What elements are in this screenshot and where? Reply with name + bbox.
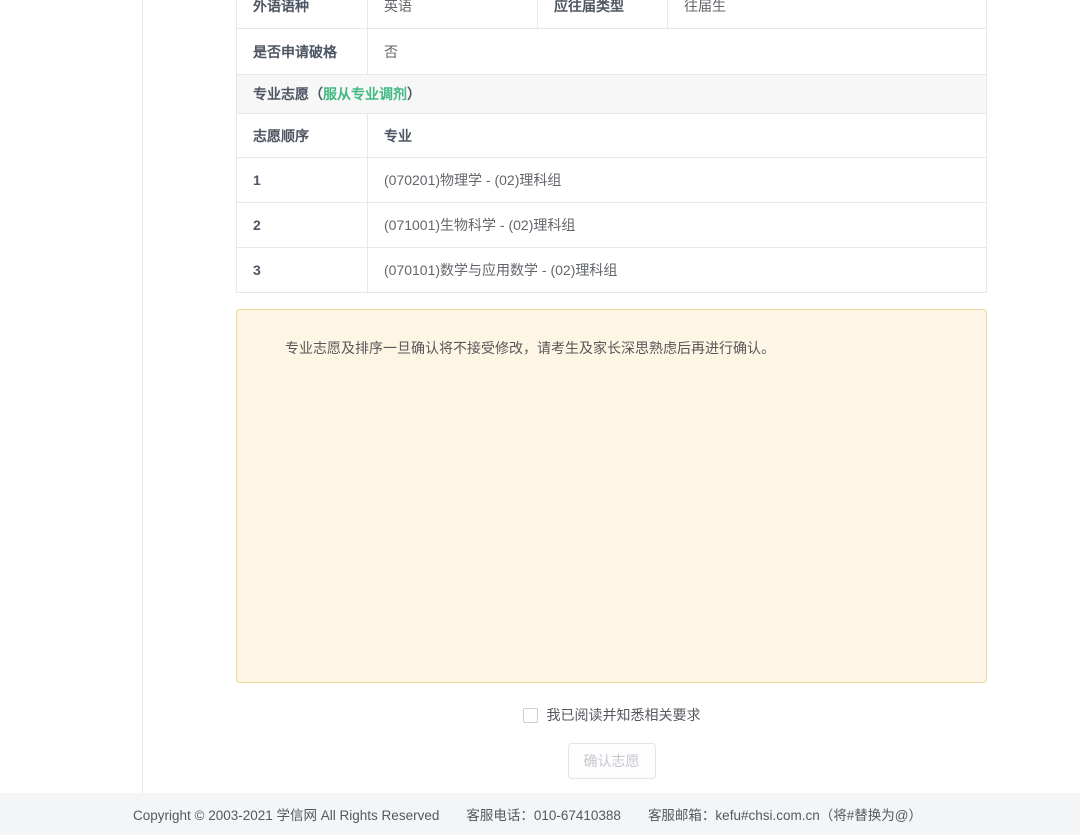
section-title-prefix: 专业志愿（ [253, 86, 323, 102]
volunteer-order: 3 [237, 248, 368, 293]
application-confirm-page: 外语语种 英语 应往届类型 往届生 是否申请破格 否 专业志愿（服从专业调剂） … [0, 0, 1080, 835]
confirmation-notice-box: 专业志愿及排序一旦确认将不接受修改，请考生及家长深思熟虑后再进行确认。 [236, 309, 987, 683]
notice-text: 专业志愿及排序一旦确认将不接受修改，请考生及家长深思熟虑后再进行确认。 [257, 337, 966, 359]
table-row: 2 (071001)生物科学 - (02)理科组 [237, 203, 987, 248]
volunteer-major: (070201)物理学 - (02)理科组 [368, 158, 987, 203]
volunteer-order: 2 [237, 203, 368, 248]
footer-service-phone: 客服电话：010-67410388 [466, 804, 621, 824]
major-column-header: 专业 [368, 114, 987, 158]
student-type-value: 往届生 [668, 0, 987, 29]
confirm-button-row: 确认志愿 [236, 743, 987, 779]
confirm-volunteer-button[interactable]: 确认志愿 [568, 743, 656, 779]
footer-copyright: Copyright © 2003-2021 学信网 All Rights Res… [133, 804, 439, 824]
table-row: 是否申请破格 否 [237, 29, 987, 75]
table-row: 3 (070101)数学与应用数学 - (02)理科组 [237, 248, 987, 293]
order-column-header: 志愿顺序 [237, 114, 368, 158]
volunteer-order: 1 [237, 158, 368, 203]
agreement-checkbox[interactable] [523, 708, 538, 723]
exception-value: 否 [368, 29, 987, 75]
main-content: 外语语种 英语 应往届类型 往届生 是否申请破格 否 专业志愿（服从专业调剂） … [236, 0, 987, 779]
major-preference-section-cell: 专业志愿（服从专业调剂） [237, 75, 987, 114]
application-info-table: 外语语种 英语 应往届类型 往届生 是否申请破格 否 专业志愿（服从专业调剂） … [236, 0, 987, 293]
volunteer-major: (070101)数学与应用数学 - (02)理科组 [368, 248, 987, 293]
foreign-language-label: 外语语种 [237, 0, 368, 29]
major-preference-section-header: 专业志愿（服从专业调剂） [237, 75, 987, 114]
table-row: 外语语种 英语 应往届类型 往届生 [237, 0, 987, 29]
exception-label: 是否申请破格 [237, 29, 368, 75]
content-left-divider [142, 0, 143, 793]
adjustment-accepted-text: 服从专业调剂 [323, 86, 407, 102]
volunteer-table-header: 志愿顺序 专业 [237, 114, 987, 158]
page-footer: Copyright © 2003-2021 学信网 All Rights Res… [0, 793, 1080, 835]
table-row: 1 (070201)物理学 - (02)理科组 [237, 158, 987, 203]
foreign-language-value: 英语 [368, 0, 538, 29]
volunteer-major: (071001)生物科学 - (02)理科组 [368, 203, 987, 248]
student-type-label: 应往届类型 [538, 0, 668, 29]
footer-service-email: 客服邮箱：kefu#chsi.com.cn（将#替换为@） [648, 804, 922, 824]
agreement-checkbox-label[interactable]: 我已阅读并知悉相关要求 [547, 705, 701, 725]
section-title-suffix: ） [407, 86, 421, 102]
agreement-row: 我已阅读并知悉相关要求 [236, 705, 987, 725]
